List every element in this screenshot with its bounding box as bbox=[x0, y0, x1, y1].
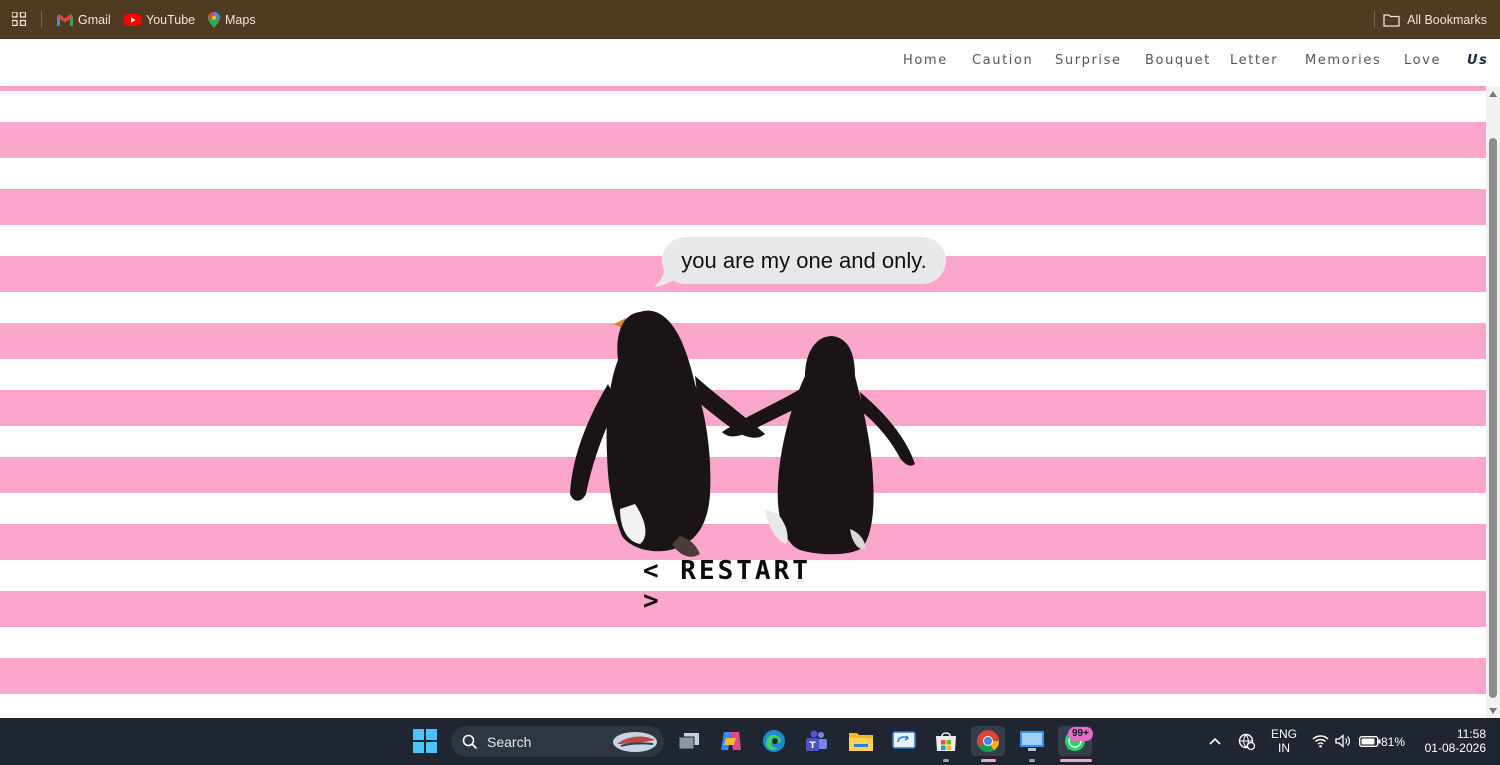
scrollbar-thumb[interactable] bbox=[1489, 138, 1497, 698]
copilot-button[interactable] bbox=[716, 726, 746, 756]
folder-icon bbox=[849, 733, 873, 751]
region-label: IN bbox=[1278, 741, 1290, 755]
restart-button[interactable]: < RESTART > bbox=[643, 556, 843, 616]
web-page: Home Caution Surprise Bouquet Letter Mem… bbox=[0, 39, 1486, 718]
bookmark-label: Gmail bbox=[78, 12, 111, 27]
language-label: ENG bbox=[1270, 727, 1297, 741]
windows-taskbar: Search T 99+ ENG IN 81% 11:58 01-08-2026 bbox=[0, 718, 1500, 765]
search-label: Search bbox=[487, 733, 532, 750]
svg-text:T: T bbox=[810, 741, 817, 751]
nav-link-memories[interactable]: Memories bbox=[1305, 53, 1381, 68]
clock-time: 11:58 bbox=[1456, 727, 1486, 741]
nav-link-home[interactable]: Home bbox=[903, 53, 948, 68]
bookmarks-divider bbox=[1374, 11, 1375, 28]
store-icon bbox=[936, 732, 956, 751]
task-view-button[interactable] bbox=[674, 726, 704, 756]
edge-button[interactable] bbox=[759, 726, 789, 756]
edge-icon bbox=[763, 730, 785, 752]
remote-desktop-button[interactable] bbox=[889, 726, 919, 756]
speech-bubble: you are my one and only. bbox=[662, 237, 946, 284]
chevron-up-icon[interactable] bbox=[1209, 737, 1221, 745]
nav-link-surprise[interactable]: Surprise bbox=[1055, 53, 1122, 68]
monitor-icon bbox=[1020, 731, 1044, 751]
ms-store-button[interactable] bbox=[931, 726, 961, 756]
teams-icon: T bbox=[806, 730, 827, 751]
maps-icon bbox=[208, 11, 220, 28]
bookmark-label: Maps bbox=[225, 12, 256, 27]
volume-icon[interactable] bbox=[1335, 734, 1351, 748]
teams-button[interactable]: T bbox=[801, 726, 831, 756]
chrome-icon bbox=[977, 730, 1000, 753]
scroll-up-arrow-icon[interactable] bbox=[1489, 91, 1497, 97]
speech-bubble-text: you are my one and only. bbox=[681, 247, 927, 273]
nav-link-bouquet[interactable]: Bouquet bbox=[1145, 53, 1211, 68]
all-bookmarks-label: All Bookmarks bbox=[1407, 12, 1487, 27]
active-indicator bbox=[981, 759, 996, 762]
taskbar-search-box[interactable]: Search bbox=[451, 726, 664, 757]
running-indicator bbox=[943, 759, 949, 762]
search-icon bbox=[462, 734, 478, 749]
bookmark-gmail[interactable]: Gmail bbox=[57, 0, 111, 39]
all-bookmarks-button[interactable]: All Bookmarks bbox=[1383, 0, 1487, 39]
control-panel-button[interactable] bbox=[1017, 726, 1047, 756]
notification-badge: 99+ bbox=[1068, 727, 1093, 741]
top-navigation: Home Caution Surprise Bouquet Letter Mem… bbox=[0, 39, 1486, 86]
bookmarks-bar: Gmail YouTube Maps All Bookmarks bbox=[0, 0, 1500, 39]
youtube-icon bbox=[124, 13, 141, 26]
right-penguin bbox=[722, 336, 915, 555]
bookmark-label: YouTube bbox=[146, 12, 196, 27]
scroll-down-arrow-icon[interactable] bbox=[1489, 708, 1497, 714]
task-view-icon bbox=[678, 733, 699, 750]
start-button[interactable] bbox=[410, 726, 440, 756]
penguins-image bbox=[570, 310, 915, 557]
battery-icon[interactable] bbox=[1359, 736, 1381, 747]
battery-percentage: 81% bbox=[1381, 735, 1406, 749]
gmail-icon bbox=[57, 13, 73, 26]
remote-desktop-icon bbox=[892, 731, 916, 749]
bookmark-youtube[interactable]: YouTube bbox=[124, 0, 195, 39]
folder-icon bbox=[1383, 13, 1400, 27]
file-explorer-button[interactable] bbox=[846, 726, 876, 756]
clock-date: 01-08-2026 bbox=[1424, 741, 1486, 755]
active-indicator bbox=[1060, 759, 1092, 762]
nav-link-love[interactable]: Love bbox=[1404, 53, 1441, 68]
nav-link-caution[interactable]: Caution bbox=[972, 53, 1033, 68]
windows-logo-icon bbox=[413, 729, 437, 753]
nav-link-letter[interactable]: Letter bbox=[1230, 53, 1278, 68]
wifi-icon[interactable] bbox=[1312, 734, 1329, 748]
nav-link-us[interactable]: Us bbox=[1467, 53, 1486, 68]
search-highlight-icon bbox=[613, 732, 657, 752]
language-indicator[interactable]: ENG IN bbox=[1270, 727, 1298, 755]
chrome-button[interactable] bbox=[971, 726, 1005, 756]
security-icon[interactable] bbox=[1238, 733, 1255, 750]
copilot-icon bbox=[721, 732, 741, 750]
apps-grid-icon[interactable] bbox=[12, 12, 26, 26]
bookmarks-divider bbox=[41, 11, 42, 28]
clock[interactable]: 11:58 01-08-2026 bbox=[1418, 727, 1486, 755]
bookmark-maps[interactable]: Maps bbox=[208, 0, 256, 39]
vertical-scrollbar[interactable] bbox=[1486, 86, 1500, 718]
running-indicator bbox=[1029, 759, 1035, 762]
